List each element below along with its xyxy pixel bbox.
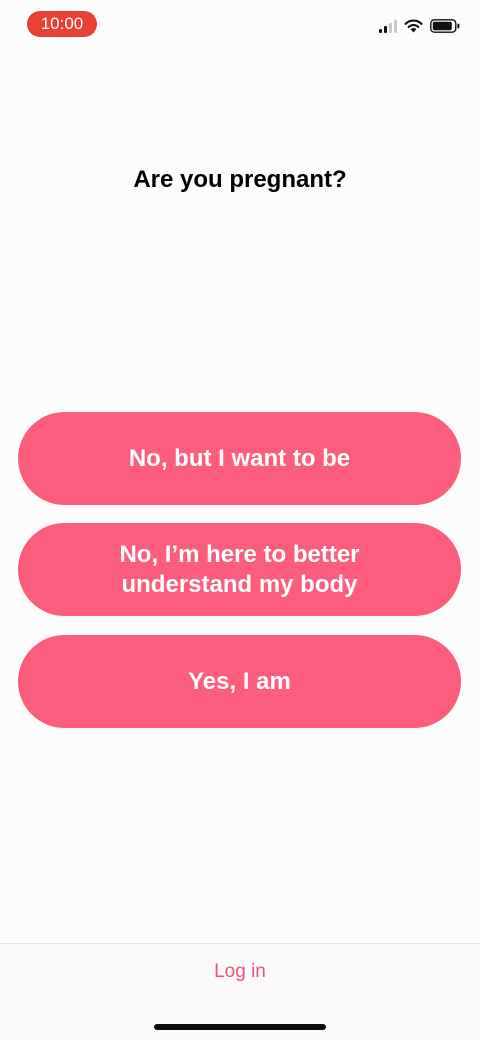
option-want-to-be-button[interactable]: No, but I want to be [18,412,461,505]
status-bar: 10:00 [0,0,480,48]
wifi-icon [404,19,423,33]
login-link[interactable]: Log in [0,961,480,983]
battery-icon [430,19,460,33]
footer-bar: Log in [0,943,480,1040]
option-yes-button[interactable]: Yes, I am [18,635,461,728]
cellular-signal-icon [379,19,397,33]
status-icons [379,19,460,33]
status-time: 10:00 [27,11,97,37]
question-title: Are you pregnant? [133,166,347,193]
option-understand-body-button[interactable]: No, I’m here to better understand my bod… [18,523,461,616]
home-indicator[interactable] [154,1024,326,1030]
